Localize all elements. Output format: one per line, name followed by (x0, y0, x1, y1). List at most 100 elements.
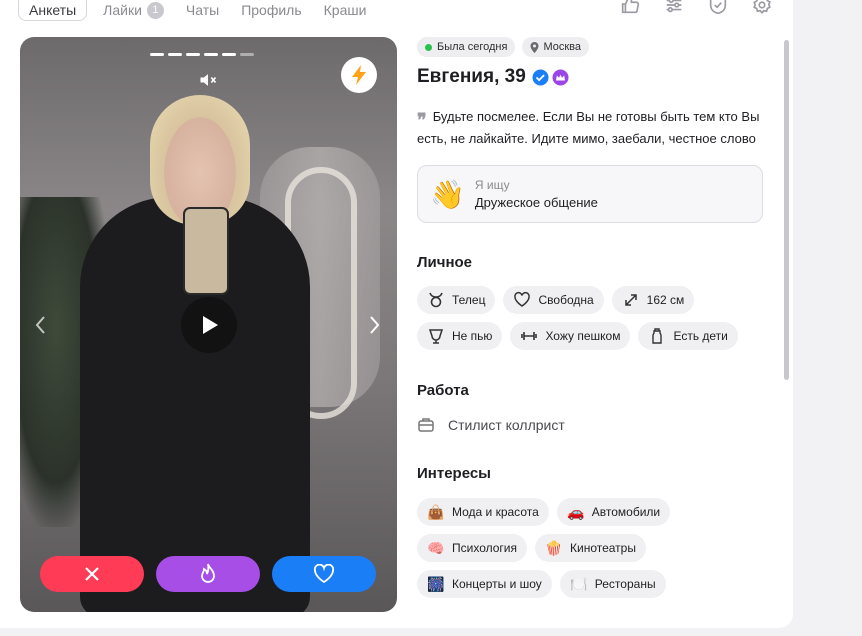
chip-label: Рестораны (594, 577, 656, 591)
play-button[interactable] (181, 297, 237, 353)
thumbs-up-icon[interactable] (619, 0, 641, 16)
mute-icon[interactable] (198, 70, 218, 90)
chip-drinking: Не пью (417, 322, 503, 350)
heart-icon (313, 564, 335, 584)
scrollbar[interactable] (784, 40, 789, 380)
glass-icon (428, 329, 444, 344)
dumbbell-icon (521, 332, 538, 340)
swipe-actions (40, 556, 376, 592)
gear-icon[interactable] (751, 0, 773, 16)
chip-label: Концерты и шоу (452, 577, 542, 591)
briefcase-icon (418, 418, 434, 432)
boost-button[interactable] (341, 57, 377, 93)
chip-label: Есть дети (673, 329, 728, 343)
photo-progress (150, 53, 258, 56)
profile-info: Была сегодня Москва Евгения, 39 ❞ Будьте … (417, 37, 763, 606)
interest-chip: 🧠 Психология (417, 534, 527, 562)
sliders-icon[interactable] (663, 0, 685, 16)
brain-icon: 🧠 (427, 539, 445, 556)
tab-profile[interactable]: Профиль (241, 0, 301, 20)
close-icon (85, 567, 99, 581)
personal-heading: Личное (417, 254, 473, 271)
taurus-icon (429, 292, 443, 308)
verified-icon (532, 69, 549, 85)
city-pill: Москва (522, 37, 589, 57)
like-button[interactable] (272, 556, 376, 592)
city-text: Москва (543, 41, 581, 53)
progress-segment (150, 53, 164, 56)
tab-chats[interactable]: Чаты (186, 0, 219, 20)
name-age-text: Евгения, 39 (417, 66, 526, 87)
chip-label: Автомобили (591, 505, 661, 519)
profile-name: Евгения, 39 (417, 65, 763, 89)
chip-label: Мода и красота (452, 505, 539, 519)
personal-chips: Телец Свободна 162 см Не пью Хожу пешком… (417, 286, 763, 358)
chip-label: Хожу пешком (545, 329, 621, 343)
next-photo-arrow-icon[interactable] (367, 315, 381, 335)
fireworks-icon: 🎆 (427, 575, 445, 592)
looking-for-card: 👋 Я ищу Дружеское общение (417, 165, 763, 223)
chip-label: 162 см (646, 293, 685, 307)
chip-height: 162 см (611, 286, 695, 314)
interest-chip: 🎆 Концерты и шоу (417, 570, 552, 598)
lightning-icon (352, 65, 366, 85)
superlike-button[interactable] (156, 556, 260, 592)
photo-person-head (150, 95, 250, 225)
work-row: Стилист коллрист (417, 415, 763, 435)
chip-label: Не пью (452, 329, 493, 343)
popcorn-icon: 🍿 (545, 539, 563, 556)
chip-zodiac: Телец (417, 286, 496, 314)
chip-label: Кинотеатры (570, 541, 636, 555)
interests-heading: Интересы (417, 465, 491, 482)
last-seen-pill: Была сегодня (417, 37, 516, 57)
work-value: Стилист коллрист (448, 417, 565, 433)
progress-segment (240, 53, 254, 56)
progress-segment (186, 53, 200, 56)
tab-likes-label: Лайки (103, 2, 142, 18)
bio-text: Будьте посмелее. Если Вы не готовы быть … (417, 109, 760, 146)
photo-person-phone (183, 207, 229, 295)
tab-crushes[interactable]: Краши (324, 0, 367, 20)
interest-chip: 🍿 Кинотеатры (535, 534, 646, 562)
handbag-icon: 👜 (427, 503, 445, 520)
waving-hand-icon: 👋 (430, 178, 465, 210)
dislike-button[interactable] (40, 556, 144, 592)
top-tabs: Анкеты Лайки 1 Чаты Профиль Краши (18, 0, 388, 21)
interest-chips: 👜 Мода и красота 🚗 Автомобили 🧠 Психология … (417, 498, 763, 606)
progress-segment (222, 53, 236, 56)
location-pin-icon (530, 41, 539, 53)
premium-crown-icon (552, 69, 569, 85)
looking-for-value: Дружеское общение (474, 195, 598, 210)
interest-chip: 👜 Мода и красота (417, 498, 549, 526)
bio-quote: ❞ Будьте посмелее. Если Вы не готовы быть… (417, 108, 763, 148)
chip-children: Есть дети (638, 322, 738, 350)
profile-photo[interactable] (20, 37, 397, 612)
chip-sport: Хожу пешком (510, 322, 631, 350)
looking-for-label: Я ищу (474, 178, 510, 192)
chip-label: Психология (452, 541, 517, 555)
heart-outline-icon (514, 291, 531, 307)
chip-relationship: Свободна (503, 286, 604, 314)
car-icon: 🚗 (567, 503, 585, 520)
progress-segment (204, 53, 218, 56)
last-seen-text: Была сегодня (437, 41, 508, 53)
play-icon (203, 316, 218, 334)
chip-label: Свободна (538, 293, 594, 307)
likes-count-badge: 1 (146, 1, 164, 19)
prev-photo-arrow-icon[interactable] (34, 315, 48, 335)
plate-icon: 🍽️ (570, 575, 588, 592)
chip-label: Телец (452, 293, 486, 307)
online-dot-icon (425, 43, 432, 51)
baby-bottle-icon (652, 328, 663, 344)
work-heading: Работа (417, 382, 469, 399)
interest-chip: 🍽️ Рестораны (559, 570, 666, 598)
top-actions (597, 0, 773, 16)
looking-for-texts: Я ищу Дружеское общение (475, 178, 598, 210)
profile-card: Анкеты Лайки 1 Чаты Профиль Краши Была с… (0, 0, 793, 628)
expand-icon (624, 294, 637, 306)
quote-mark-icon: ❞ (417, 110, 427, 130)
tab-profiles[interactable]: Анкеты (18, 0, 88, 21)
shield-check-icon[interactable] (707, 0, 729, 16)
interest-chip: 🚗 Автомобили (556, 498, 671, 526)
tab-likes[interactable]: Лайки 1 (103, 0, 164, 20)
